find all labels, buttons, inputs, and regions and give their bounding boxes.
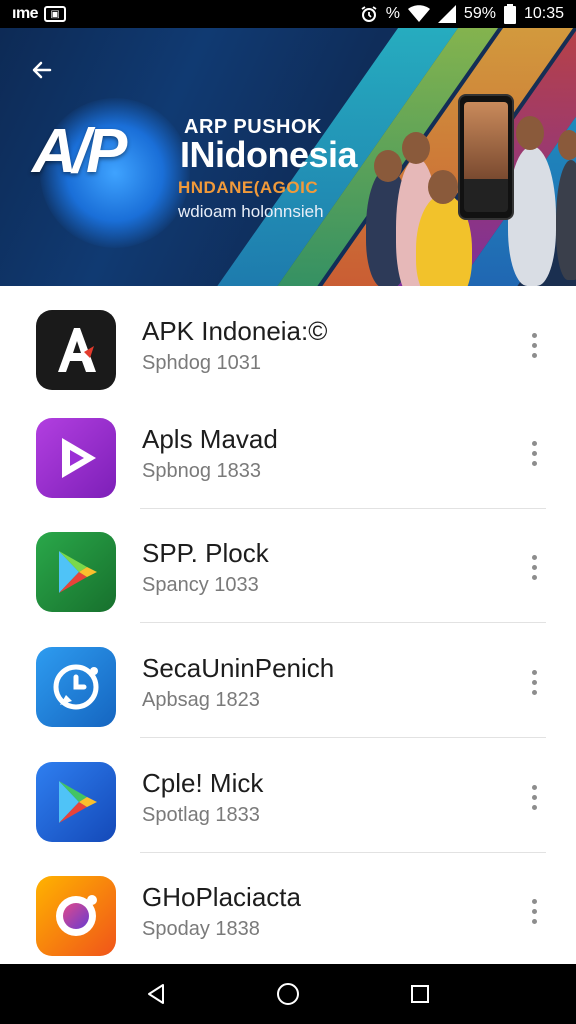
- phone-graphic: [458, 94, 514, 220]
- battery-icon: [503, 4, 516, 24]
- banner-tagline: wdioam holonnsieh: [178, 202, 324, 221]
- banner-brand-title: INidonesia: [180, 134, 358, 175]
- list-item[interactable]: Apls Mavad Spbnog 1833: [0, 394, 576, 509]
- banner-brand-subtitle: HNDANE(AGOIC: [178, 178, 319, 197]
- camera-lens-icon: [36, 876, 116, 956]
- battery-percent: 59%: [463, 5, 496, 22]
- status-right: % 59% 10:35: [360, 4, 564, 24]
- more-options-button[interactable]: [522, 894, 546, 928]
- back-button[interactable]: [24, 52, 60, 88]
- person-head: [516, 116, 544, 150]
- status-bar: ıme ▣ % 59% 10:35: [0, 0, 576, 28]
- play-store-icon: [36, 532, 116, 612]
- apk-a-icon: [36, 310, 116, 390]
- app-subtitle: Sphdog 1031: [142, 352, 262, 374]
- arrow-left-icon: [32, 61, 52, 79]
- list-item[interactable]: Cple! Mick Spotlag 1833: [0, 738, 576, 853]
- person-figure: [508, 146, 556, 286]
- data-saver-label: %: [385, 5, 400, 22]
- app-subtitle: Spotlag 1833: [142, 804, 260, 826]
- carrier-label: ıme: [12, 5, 39, 22]
- navigation-bar: [0, 964, 576, 1024]
- app-subtitle: Spbnog 1833: [142, 460, 262, 482]
- app-name: Cple! Mick: [142, 768, 264, 798]
- nav-recents-button[interactable]: [400, 974, 440, 1014]
- list-item[interactable]: APK Indoneia:© Sphdog 1031: [0, 286, 576, 401]
- list-item[interactable]: GHoPlaciacta Spoday 1838: [0, 852, 576, 967]
- circle-home-icon: [277, 983, 299, 1005]
- more-options-button[interactable]: [522, 550, 546, 584]
- app-subtitle: Spancy 1033: [142, 574, 259, 596]
- play-store-icon: [36, 762, 116, 842]
- play-triangle-icon: [36, 418, 116, 498]
- header-banner: A/P ARP PUSHOK INidonesia HNDANE(AGOIC w…: [0, 28, 576, 286]
- nav-home-button[interactable]: [268, 974, 308, 1014]
- more-options-button[interactable]: [522, 780, 546, 814]
- app-name: Apls Mavad: [142, 424, 278, 454]
- more-options-button[interactable]: [522, 436, 546, 470]
- app-name: SPP. Plock: [142, 538, 269, 568]
- triangle-back-icon: [148, 984, 164, 1004]
- list-item[interactable]: SPP. Plock Spancy 1033: [0, 508, 576, 623]
- person-figure: [556, 160, 576, 280]
- alarm-icon: [360, 5, 378, 23]
- square-recents-icon: [411, 985, 429, 1003]
- app-subtitle: Apbsag 1823: [142, 689, 260, 711]
- status-left: ıme ▣: [12, 5, 67, 23]
- more-options-button[interactable]: [522, 328, 546, 362]
- list-item[interactable]: SecaUninPenich Apbsag 1823: [0, 623, 576, 738]
- person-head: [428, 170, 458, 204]
- app-name: APK Indoneia:©: [142, 316, 328, 346]
- app-name: SecaUninPenich: [142, 653, 335, 683]
- chat-bubble-icon: [36, 647, 116, 727]
- signal-icon: [437, 5, 456, 23]
- more-options-button[interactable]: [522, 665, 546, 699]
- image-notification-icon: ▣: [44, 6, 67, 22]
- app-subtitle: Spoday 1838: [142, 918, 260, 940]
- person-head: [374, 150, 402, 182]
- app-list: APK Indoneia:© Sphdog 1031 Apls Mavad Sp…: [0, 286, 576, 964]
- person-head: [558, 130, 576, 160]
- clock: 10:35: [523, 5, 564, 22]
- wifi-icon: [407, 5, 430, 23]
- banner-logo: A/P: [32, 117, 127, 186]
- nav-back-button[interactable]: [136, 974, 176, 1014]
- app-name: GHoPlaciacta: [142, 882, 301, 912]
- person-head: [402, 132, 430, 164]
